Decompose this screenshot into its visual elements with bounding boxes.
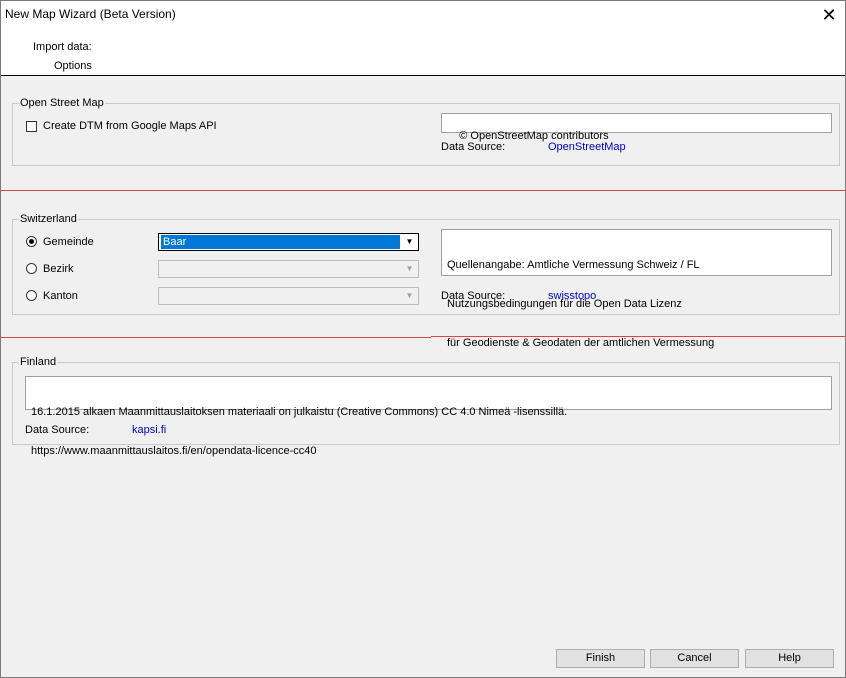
switzerland-legend: Switzerland: [20, 213, 77, 225]
osm-dtm-label[interactable]: Create DTM from Google Maps API: [43, 120, 217, 132]
osm-dtm-checkbox[interactable]: [26, 121, 37, 132]
title-bar: New Map Wizard (Beta Version) ✕: [1, 1, 845, 29]
step-import-data: Import data:: [33, 41, 92, 53]
kanton-select[interactable]: ▼: [158, 287, 419, 305]
osm-source-link[interactable]: OpenStreetMap: [548, 141, 626, 153]
switzerland-source-label: Data Source:: [441, 290, 506, 302]
cancel-button[interactable]: Cancel: [650, 649, 739, 668]
wizard-window: New Map Wizard (Beta Version) ✕ Import d…: [0, 0, 846, 678]
kanton-radio[interactable]: [26, 290, 37, 301]
switzerland-attribution-line: Quellenangabe: Amtliche Vermessung Schwe…: [447, 259, 700, 271]
finland-attribution-box: 16.1.2015 alkaen Maanmittauslaitoksen ma…: [25, 376, 832, 457]
chevron-down-icon[interactable]: ▼: [402, 235, 417, 249]
bezirk-radio[interactable]: [26, 263, 37, 274]
section-divider-2a: [1, 337, 431, 338]
chevron-down-icon[interactable]: ▼: [402, 262, 417, 276]
finland-attribution-line: 16.1.2015 alkaen Maanmittauslaitoksen ma…: [31, 406, 568, 418]
finland-source-link[interactable]: kapsi.fi: [132, 424, 166, 436]
finland-source-label: Data Source:: [25, 424, 90, 436]
help-button[interactable]: Help: [745, 649, 834, 668]
osm-source-label: Data Source:: [441, 141, 506, 153]
finland-legend: Finland: [20, 356, 57, 368]
chevron-down-icon[interactable]: ▼: [402, 289, 417, 303]
kanton-select-value: [161, 289, 400, 303]
osm-attribution-box: © OpenStreetMap contributors: [441, 113, 832, 142]
osm-legend: Open Street Map: [20, 97, 104, 109]
switzerland-attribution-box: Quellenangabe: Amtliche Vermessung Schwe…: [441, 229, 832, 349]
bezirk-select[interactable]: ▼: [158, 260, 419, 278]
gemeinde-select[interactable]: Baar ▼: [158, 233, 419, 251]
gemeinde-label[interactable]: Gemeinde: [43, 236, 94, 248]
finish-button[interactable]: Finish: [556, 649, 645, 668]
window-title: New Map Wizard (Beta Version): [5, 7, 176, 21]
finland-attribution-line: https://www.maanmittauslaitos.fi/en/open…: [31, 445, 317, 457]
step-options: Options: [54, 60, 92, 72]
switzerland-source-link[interactable]: swisstopo: [548, 290, 596, 302]
wizard-header: Import data: Options: [1, 29, 845, 76]
kanton-label[interactable]: Kanton: [43, 290, 78, 302]
section-divider-2b: [431, 336, 845, 337]
gemeinde-radio[interactable]: [26, 236, 37, 247]
gemeinde-select-value: Baar: [161, 235, 400, 249]
switzerland-attribution-line: für Geodienste & Geodaten der amtlichen …: [447, 337, 715, 349]
bezirk-label[interactable]: Bezirk: [43, 263, 74, 275]
close-icon[interactable]: ✕: [813, 1, 845, 29]
section-divider-1: [1, 190, 845, 191]
bezirk-select-value: [161, 262, 400, 276]
